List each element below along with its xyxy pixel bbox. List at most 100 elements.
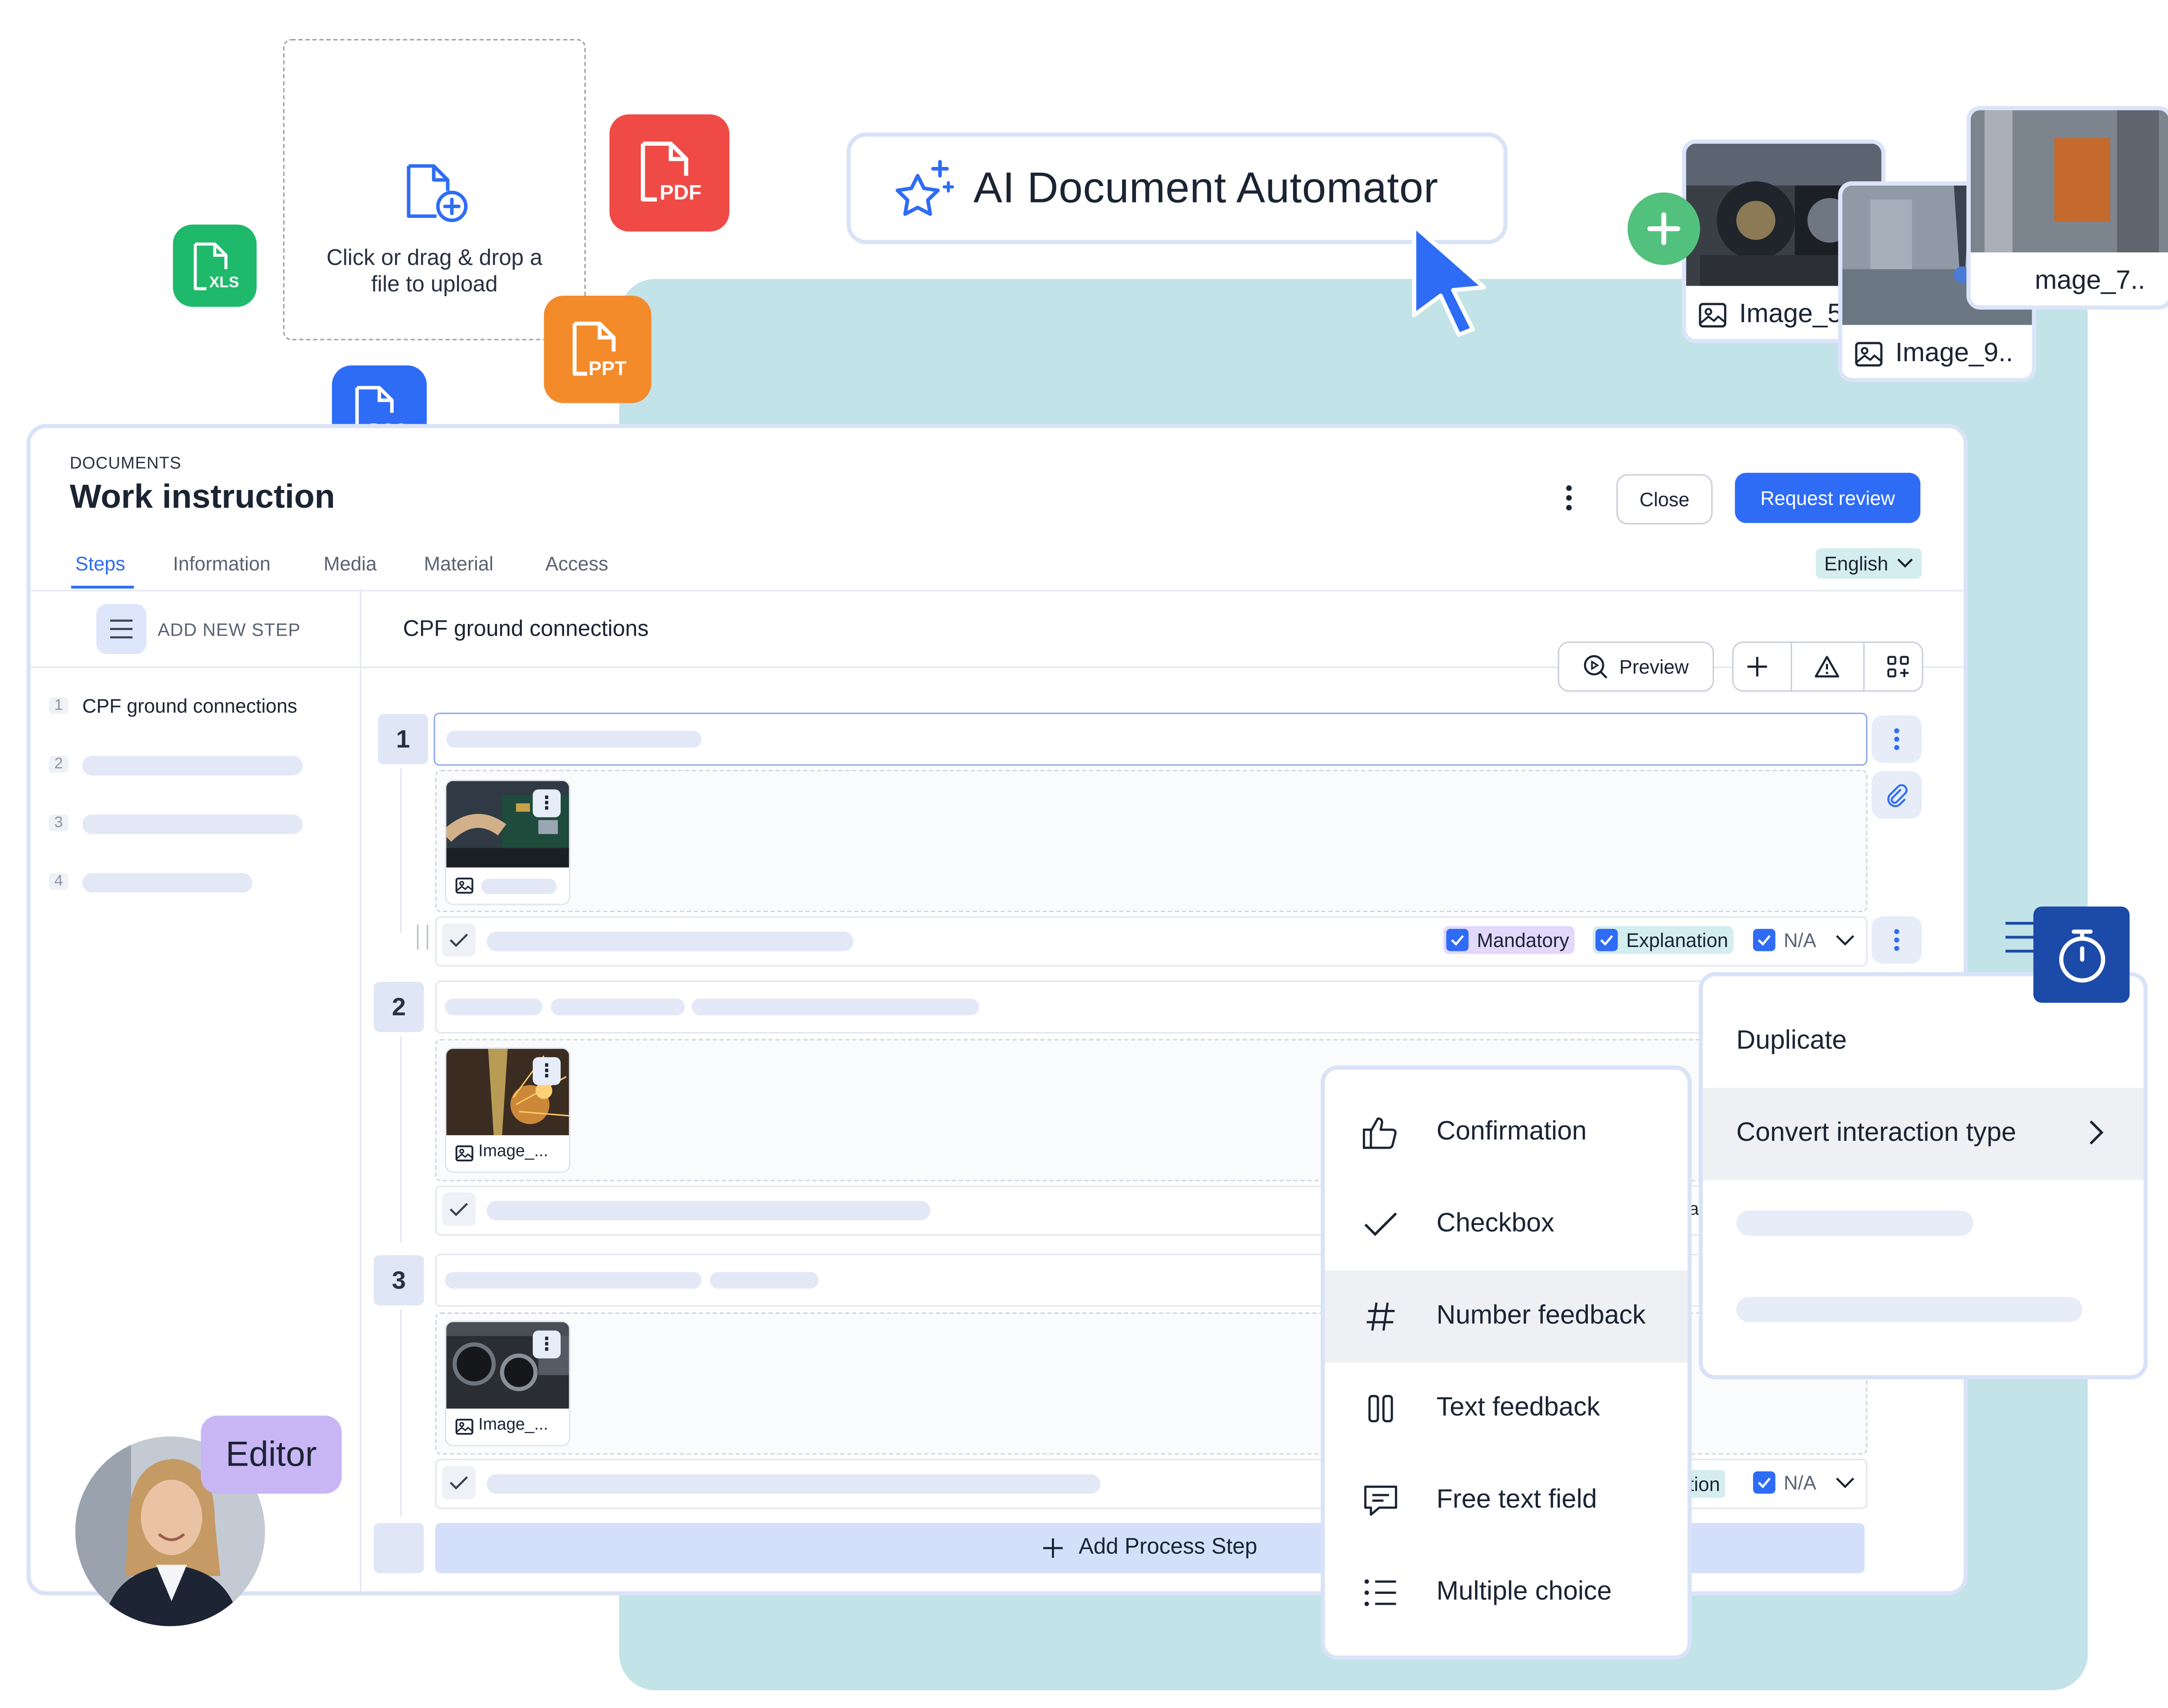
interaction-menu-button[interactable]: [1871, 916, 1922, 964]
stopwatch-icon: [2058, 929, 2105, 982]
drag-handle-icon[interactable]: [417, 924, 428, 950]
menu-item-text-feedback[interactable]: Text feedback: [1325, 1362, 1688, 1454]
ppt-file-icon: PPT: [572, 321, 626, 379]
chevron-down-icon[interactable]: [1835, 934, 1855, 947]
active-tab-underline: [71, 585, 134, 589]
thumbnail-menu-icon[interactable]: ⋮: [532, 1330, 561, 1359]
warning-icon[interactable]: [1814, 654, 1841, 679]
step-1-image-thumbnail[interactable]: ⋮: [445, 779, 571, 905]
step-number-2: 2: [373, 982, 424, 1032]
step-context-menu: Duplicate Convert interaction type: [1698, 972, 2148, 1380]
hamburger-icon: [110, 619, 133, 639]
check-icon: [442, 1466, 476, 1499]
add-step-number-placeholder: [373, 1523, 424, 1574]
add-new-step-label[interactable]: ADD NEW STEP: [157, 619, 300, 640]
thumbnail-menu-icon[interactable]: ⋮: [532, 789, 561, 817]
image-card-7[interactable]: mage_7..: [1966, 106, 2168, 310]
menu-item-number-feedback[interactable]: Number feedback: [1325, 1270, 1688, 1363]
ai-banner-title: AI Document Automator: [973, 163, 1439, 212]
step-connector: [400, 768, 402, 933]
kebab-icon: [1894, 929, 1900, 951]
sparkle-star-icon: [895, 160, 954, 216]
sidebar-step-number: 1: [49, 697, 69, 714]
step-3-image-thumbnail[interactable]: ⋮ Image_...: [445, 1320, 571, 1447]
checkbox-checked-icon: [1753, 1471, 1776, 1494]
step-2-title-input[interactable]: [435, 980, 1868, 1034]
tab-information[interactable]: Information: [173, 552, 271, 575]
interaction-type-menu: Confirmation Checkbox Number feedback Te…: [1320, 1065, 1692, 1660]
thumbnail-label: Image_...: [478, 1141, 549, 1161]
step-1-title-input[interactable]: [434, 712, 1868, 766]
image-card-label: mage_7..: [1970, 258, 2168, 306]
check-icon: [442, 923, 476, 957]
step-1-menu-button[interactable]: [1871, 715, 1922, 763]
thumbnail-menu-icon[interactable]: ⋮: [532, 1057, 561, 1085]
na-tag[interactable]: N/A: [1750, 1469, 1822, 1496]
xls-file-icon: XLS: [193, 242, 239, 290]
more-options-icon[interactable]: [1559, 481, 1579, 515]
sidebar-item-step-4[interactable]: [82, 873, 253, 893]
image-icon: [1699, 303, 1727, 328]
explanation-tag[interactable]: Explanation: [1593, 926, 1734, 954]
main-header-divider: [361, 666, 1964, 668]
factory-photo: [1970, 110, 2168, 253]
kebab-icon: [1894, 728, 1900, 750]
menu-item-free-text-field[interactable]: Free text field: [1325, 1455, 1688, 1547]
preview-icon: [1584, 655, 1608, 679]
image-icon: [455, 877, 473, 894]
menu-item-duplicate[interactable]: Duplicate: [1703, 996, 2143, 1088]
chevron-down-icon[interactable]: [1835, 1477, 1855, 1489]
request-review-button[interactable]: Request review: [1735, 473, 1920, 523]
menu-item-confirmation[interactable]: Confirmation: [1325, 1087, 1688, 1179]
sidebar-header-divider: [30, 666, 360, 668]
menu-item-checkbox[interactable]: Checkbox: [1325, 1179, 1688, 1270]
step-toolbar: [1732, 641, 1923, 692]
tab-steps[interactable]: Steps: [75, 552, 125, 575]
sidebar-step-number: 3: [49, 814, 69, 831]
list-icon: [1364, 1579, 1396, 1607]
thumbs-up-icon: [1363, 1117, 1397, 1149]
tab-media[interactable]: Media: [323, 552, 377, 575]
upload-dropzone[interactable]: Click or drag & drop a file to upload: [283, 39, 586, 340]
breadcrumb: DOCUMENTS: [69, 453, 182, 473]
sidebar-item-step-2[interactable]: [82, 756, 303, 776]
tab-access[interactable]: Access: [545, 552, 608, 575]
mandatory-tag[interactable]: Mandatory: [1443, 926, 1575, 954]
svg-text:XLS: XLS: [209, 273, 239, 290]
language-select[interactable]: English: [1815, 548, 1922, 579]
step-1-interaction-row[interactable]: Mandatory Explanation N/A: [435, 916, 1868, 967]
sidebar-item-step-3[interactable]: [82, 814, 303, 834]
page-title: Work instruction: [69, 478, 335, 516]
add-widget-icon[interactable]: [1886, 654, 1911, 679]
menu-item-multiple-choice[interactable]: Multiple choice: [1325, 1547, 1688, 1639]
close-button[interactable]: Close: [1616, 474, 1713, 525]
image-icon: [455, 1145, 473, 1162]
na-tag[interactable]: N/A: [1750, 926, 1822, 954]
step-connector: [400, 1036, 402, 1243]
plus-icon: [1647, 212, 1680, 245]
speech-bubble-icon: [1364, 1486, 1397, 1516]
thumbnail-label: Image_...: [478, 1414, 549, 1434]
svg-text:PPT: PPT: [588, 357, 626, 379]
sidebar-item-step-1[interactable]: CPF ground connections: [82, 695, 297, 717]
menu-placeholder: [1736, 1297, 2083, 1323]
pdf-file-icon: PDF: [640, 141, 702, 204]
chevron-right-icon: [2090, 1120, 2104, 1145]
upload-instructions: Click or drag & drop a file to upload: [327, 247, 542, 297]
add-image-button[interactable]: [1627, 192, 1700, 265]
mouse-cursor-icon: [1412, 224, 1486, 337]
add-icon[interactable]: [1744, 654, 1770, 679]
tab-material[interactable]: Material: [424, 552, 493, 575]
timer-badge: [2033, 906, 2130, 1003]
image-card-label: Image_9..: [1842, 330, 2032, 378]
step-1-media-zone[interactable]: [435, 770, 1868, 912]
attach-button[interactable]: [1871, 771, 1922, 819]
add-new-step-button[interactable]: [96, 604, 147, 654]
plus-icon: [1044, 1538, 1064, 1558]
preview-button[interactable]: Preview: [1557, 641, 1714, 692]
menu-item-convert-interaction-type[interactable]: Convert interaction type: [1703, 1088, 2144, 1180]
pdf-file-badge: PDF: [609, 114, 730, 232]
step-number-1: 1: [378, 714, 428, 764]
step-2-image-thumbnail[interactable]: ⋮ Image_...: [445, 1047, 571, 1173]
file-add-icon: [407, 164, 468, 222]
